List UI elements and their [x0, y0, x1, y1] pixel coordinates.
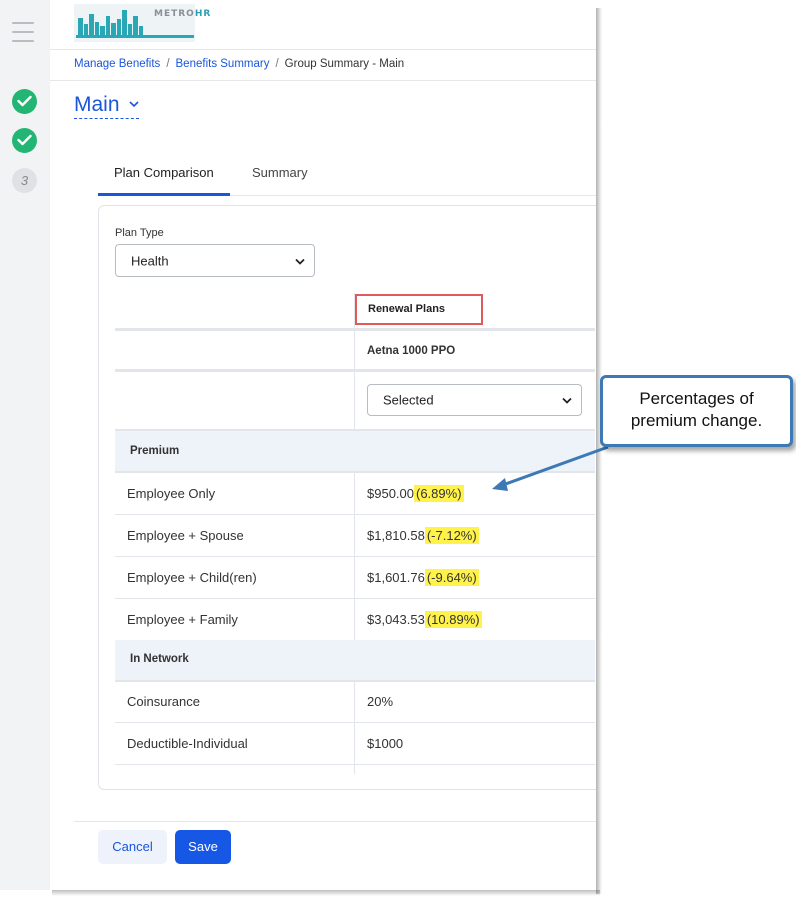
callout-arrow-icon — [492, 445, 609, 491]
callout-box: Percentages of premium change. — [600, 375, 793, 447]
